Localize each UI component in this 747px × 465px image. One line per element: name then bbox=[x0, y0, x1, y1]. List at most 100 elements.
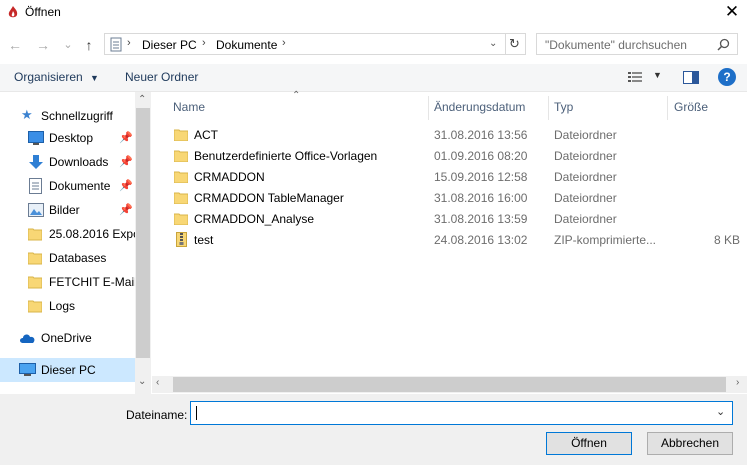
scroll-up-icon[interactable]: ⌃ bbox=[138, 94, 146, 105]
column-divider[interactable] bbox=[428, 96, 429, 120]
chevron-down-icon: ▼ bbox=[90, 73, 99, 83]
document-icon bbox=[29, 178, 42, 194]
text-cursor bbox=[196, 406, 197, 420]
file-name: ACT bbox=[194, 128, 218, 142]
pin-icon: 📌 bbox=[119, 204, 133, 216]
column-header-name[interactable]: Name bbox=[173, 100, 205, 114]
chevron-down-icon[interactable]: ⌄ bbox=[716, 405, 725, 418]
sidebar-item-fetchit[interactable]: FETCHIT E-Mails bbox=[0, 270, 135, 294]
sidebar-item-label: Dokumente bbox=[49, 179, 111, 193]
download-arrow-icon bbox=[29, 155, 43, 169]
open-button[interactable]: Öffnen bbox=[546, 432, 632, 455]
zip-folder-icon bbox=[176, 232, 187, 247]
pictures-icon bbox=[28, 203, 44, 217]
sidebar-item-this-pc[interactable]: Dieser PC bbox=[0, 358, 135, 382]
forward-arrow-icon[interactable]: → bbox=[34, 35, 52, 55]
filename-input[interactable]: ⌄ bbox=[190, 401, 733, 425]
column-divider[interactable] bbox=[667, 96, 668, 120]
scrollbar-thumb[interactable] bbox=[136, 108, 150, 358]
file-row[interactable]: test 24.08.2016 13:02 ZIP-komprimierte..… bbox=[152, 230, 747, 251]
navigation-pane: ★ Schnellzugriff Desktop 📌 Downloads 📌 D… bbox=[0, 92, 151, 394]
sidebar-item-label: Dieser PC bbox=[41, 363, 96, 377]
sidebar-item-desktop[interactable]: Desktop 📌 bbox=[0, 126, 135, 150]
cancel-button[interactable]: Abbrechen bbox=[647, 432, 733, 455]
sidebar-item-export-folder[interactable]: 25.08.2016 Expor bbox=[0, 222, 135, 246]
cloud-icon bbox=[20, 334, 35, 343]
file-row[interactable]: CRMADDON TableManager 31.08.2016 16:00 D… bbox=[152, 188, 747, 209]
folder-icon bbox=[28, 300, 42, 313]
folder-icon bbox=[28, 252, 42, 265]
folder-icon bbox=[174, 129, 188, 141]
recent-locations-chevron-icon[interactable]: ⌄ bbox=[59, 35, 77, 55]
scroll-down-icon[interactable]: ⌄ bbox=[138, 376, 146, 387]
folder-icon bbox=[28, 228, 42, 241]
column-header-type[interactable]: Typ bbox=[554, 100, 573, 114]
help-icon[interactable]: ? bbox=[718, 68, 736, 86]
file-row[interactable]: CRMADDON 15.09.2016 12:58 Dateiordner bbox=[152, 167, 747, 188]
column-header-date[interactable]: Änderungsdatum bbox=[434, 100, 525, 114]
computer-icon bbox=[19, 363, 36, 376]
filename-label: Dateiname: bbox=[126, 408, 188, 422]
refresh-icon[interactable]: ↻ bbox=[509, 36, 520, 52]
file-date: 31.08.2016 16:00 bbox=[434, 191, 528, 205]
file-row[interactable]: Benutzerdefinierte Office-Vorlagen 01.09… bbox=[152, 146, 747, 167]
sidebar-item-downloads[interactable]: Downloads 📌 bbox=[0, 150, 135, 174]
scroll-left-icon[interactable]: ‹ bbox=[156, 377, 159, 388]
column-header-size[interactable]: Größe bbox=[674, 100, 708, 114]
sidebar-item-label: Desktop bbox=[49, 131, 94, 145]
file-type: Dateiordner bbox=[554, 170, 617, 184]
sidebar-item-label: 25.08.2016 Expor bbox=[49, 227, 135, 241]
close-icon[interactable]: ✕ bbox=[720, 1, 744, 23]
sidebar-item-label: FETCHIT E-Mails bbox=[49, 275, 135, 289]
navigation-scrollbar[interactable]: ⌃ ⌄ bbox=[135, 92, 151, 394]
file-row[interactable]: CRMADDON_Analyse 31.08.2016 13:59 Dateio… bbox=[152, 209, 747, 230]
scrollbar-thumb[interactable] bbox=[173, 377, 726, 392]
file-date: 01.09.2016 08:20 bbox=[434, 149, 528, 163]
sidebar-item-onedrive[interactable]: OneDrive bbox=[0, 326, 135, 350]
address-dropdown-icon[interactable]: ⌄ bbox=[489, 38, 497, 49]
file-date: 15.09.2016 12:58 bbox=[434, 170, 528, 184]
file-name: CRMADDON_Analyse bbox=[194, 212, 315, 226]
app-flame-icon bbox=[8, 6, 18, 18]
sidebar-item-databases[interactable]: Databases bbox=[0, 246, 135, 270]
search-icon[interactable] bbox=[717, 38, 730, 51]
back-arrow-icon[interactable]: ← bbox=[6, 35, 24, 55]
folder-icon bbox=[174, 192, 188, 204]
organize-button[interactable]: Organisieren ▼ bbox=[14, 70, 99, 84]
scroll-right-icon[interactable]: › bbox=[736, 377, 739, 388]
address-bar[interactable]: › Dieser PC › Dokumente › ⌄ ↻ bbox=[104, 33, 526, 55]
column-divider[interactable] bbox=[548, 96, 549, 120]
sidebar-item-pictures[interactable]: Bilder 📌 bbox=[0, 198, 135, 222]
title-bar: Öffnen ✕ bbox=[0, 0, 747, 26]
file-list-hscrollbar[interactable]: ‹ › bbox=[152, 376, 747, 393]
up-arrow-icon[interactable]: ↑ bbox=[80, 35, 98, 55]
view-dropdown-icon[interactable]: ▼ bbox=[653, 70, 662, 80]
sidebar-item-logs[interactable]: Logs bbox=[0, 294, 135, 318]
file-date: 24.08.2016 13:02 bbox=[434, 233, 528, 247]
new-folder-button[interactable]: Neuer Ordner bbox=[125, 70, 198, 84]
sidebar-item-label: Databases bbox=[49, 251, 107, 265]
folder-icon bbox=[174, 171, 188, 183]
file-name: Benutzerdefinierte Office-Vorlagen bbox=[194, 149, 378, 163]
file-row[interactable]: ACT 31.08.2016 13:56 Dateiordner bbox=[152, 125, 747, 146]
sidebar-item-quick-access[interactable]: ★ Schnellzugriff bbox=[0, 104, 135, 128]
breadcrumb-separator-icon: › bbox=[282, 37, 286, 49]
search-placeholder: "Dokumente" durchsuchen bbox=[545, 38, 687, 52]
search-input[interactable]: "Dokumente" durchsuchen bbox=[536, 33, 738, 55]
sidebar-item-documents[interactable]: Dokumente 📌 bbox=[0, 174, 135, 198]
pin-icon: 📌 bbox=[119, 156, 133, 168]
breadcrumb-dokumente[interactable]: Dokumente bbox=[216, 38, 277, 52]
window-title: Öffnen bbox=[25, 5, 61, 19]
breadcrumb-dieser-pc[interactable]: Dieser PC bbox=[142, 38, 197, 52]
sidebar-item-label: OneDrive bbox=[41, 331, 92, 345]
view-options-icon[interactable] bbox=[628, 71, 644, 83]
sidebar-item-label: Schnellzugriff bbox=[41, 109, 113, 123]
breadcrumb-separator-icon: › bbox=[127, 37, 131, 49]
this-pc-doc-icon bbox=[110, 37, 122, 52]
preview-pane-icon[interactable] bbox=[683, 71, 699, 84]
sidebar-item-label: Logs bbox=[49, 299, 76, 313]
file-type: Dateiordner bbox=[554, 212, 617, 226]
pin-icon: 📌 bbox=[119, 132, 133, 144]
column-headers: ⌃ Name Änderungsdatum Typ Größe bbox=[152, 90, 747, 120]
pin-icon: 📌 bbox=[119, 180, 133, 192]
